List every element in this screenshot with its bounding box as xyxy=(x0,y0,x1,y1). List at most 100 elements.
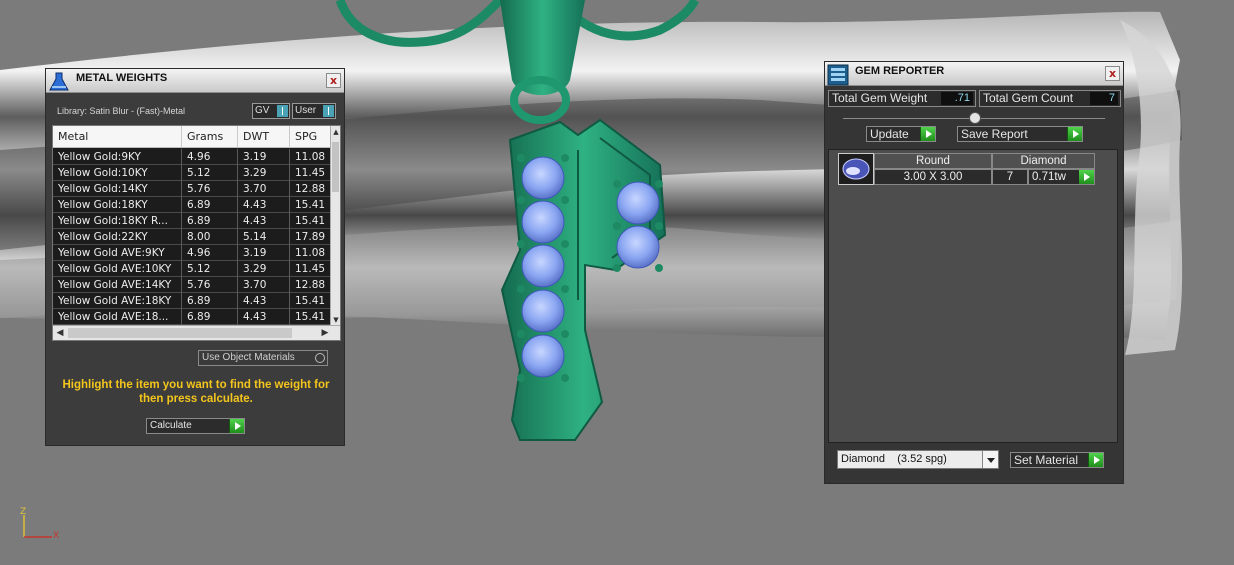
total-gem-weight-value: .71 xyxy=(941,92,973,105)
close-icon[interactable]: x xyxy=(1105,66,1120,81)
table-row[interactable]: Yellow Gold AVE:18... 6.89 4.43 15.41 xyxy=(53,309,333,325)
table-row[interactable]: Yellow Gold AVE:9KY 4.96 3.19 11.08 xyxy=(53,245,333,261)
metal-table-body: Metal Grams DWT SPG Yellow Gold:9KY 4.96… xyxy=(53,126,333,326)
dwt-value: 4.43 xyxy=(238,309,290,325)
spg-value: 15.41 xyxy=(290,213,333,229)
gem-reporter-title: GEM REPORTER xyxy=(855,65,945,77)
table-row[interactable]: Yellow Gold AVE:14KY 5.76 3.70 12.88 xyxy=(53,277,333,293)
dwt-value: 3.29 xyxy=(238,165,290,181)
gem-shape: Round xyxy=(874,153,992,169)
gem-reporter-panel: GEM REPORTER x Total Gem Weight .71 Tota… xyxy=(824,61,1124,484)
spg-value: 11.45 xyxy=(290,261,333,277)
save-report-label: Save Report xyxy=(961,127,1028,141)
grams-value: 6.89 xyxy=(182,213,238,229)
material-select-value: Diamond (3.52 spg) xyxy=(841,453,947,465)
splitter-knob-icon[interactable] xyxy=(969,112,981,124)
column-header[interactable]: DWT xyxy=(238,126,290,148)
grams-value: 6.89 xyxy=(182,197,238,213)
table-row[interactable]: Yellow Gold:14KY 5.76 3.70 12.88 xyxy=(53,181,333,197)
save-report-button[interactable]: Save Report xyxy=(957,126,1083,142)
user-toggle-label: User xyxy=(295,105,317,116)
toggle-indicator-icon xyxy=(323,105,334,117)
metal-name: Yellow Gold AVE:10KY xyxy=(53,261,182,277)
spg-value: 11.08 xyxy=(290,245,333,261)
gem-row[interactable]: Round Diamond 3.00 X 3.00 7 0.71tw xyxy=(838,153,1095,187)
gv-toggle-label: GV xyxy=(255,105,270,116)
total-gem-weight-label: Total Gem Weight xyxy=(832,91,928,105)
set-material-label: Set Material xyxy=(1014,453,1079,467)
dwt-value: 3.19 xyxy=(238,245,290,261)
set-material-button[interactable]: Set Material xyxy=(1010,452,1104,468)
metal-name: Yellow Gold AVE:18KY xyxy=(53,293,182,309)
table-row[interactable]: Yellow Gold:10KY 5.12 3.29 11.45 xyxy=(53,165,333,181)
scroll-up-icon[interactable]: ▲ xyxy=(332,127,340,137)
gem-size: 3.00 X 3.00 xyxy=(874,169,992,185)
close-icon[interactable]: x xyxy=(326,73,341,88)
instruction-text: Highlight the item you want to find the … xyxy=(62,379,330,405)
scroll-right-icon[interactable]: ▶ xyxy=(319,326,331,340)
z-axis-label: Z xyxy=(20,507,27,517)
metal-name: Yellow Gold:18KY R... xyxy=(53,213,182,229)
metal-name: Yellow Gold:18KY xyxy=(53,197,182,213)
update-button[interactable]: Update xyxy=(866,126,936,142)
scroll-down-icon[interactable]: ▼ xyxy=(332,315,340,325)
spg-value: 12.88 xyxy=(290,181,333,197)
gem-list[interactable]: Round Diamond 3.00 X 3.00 7 0.71tw xyxy=(828,149,1118,443)
calculate-button[interactable]: Calculate xyxy=(146,418,245,434)
total-gem-weight: Total Gem Weight .71 xyxy=(828,90,976,107)
scroll-thumb[interactable] xyxy=(68,328,292,338)
metal-weights-title: METAL WEIGHTS xyxy=(76,72,168,84)
spg-value: 11.45 xyxy=(290,165,333,181)
use-object-materials-toggle[interactable]: Use Object Materials xyxy=(198,350,328,366)
material-select[interactable]: Diamond (3.52 spg) xyxy=(837,450,999,469)
gem-reporter-titlebar[interactable]: GEM REPORTER x xyxy=(825,62,1123,86)
table-row[interactable]: Yellow Gold:9KY 4.96 3.19 11.08 xyxy=(53,149,333,165)
table-row[interactable]: Yellow Gold AVE:10KY 5.12 3.29 11.45 xyxy=(53,261,333,277)
grams-value: 5.76 xyxy=(182,181,238,197)
round-gem-icon xyxy=(838,153,874,185)
x-axis-label: X xyxy=(53,531,60,541)
spg-value: 12.88 xyxy=(290,277,333,293)
gem-weight-value: 0.71tw xyxy=(1032,171,1066,183)
user-toggle[interactable]: User xyxy=(292,103,336,119)
metal-name: Yellow Gold AVE:9KY xyxy=(53,245,182,261)
play-arrow-icon xyxy=(1088,453,1103,467)
gem-weight[interactable]: 0.71tw xyxy=(1028,169,1095,185)
dwt-value: 3.19 xyxy=(238,149,290,165)
chevron-down-icon[interactable] xyxy=(982,451,998,468)
metal-table-header: Metal Grams DWT SPG xyxy=(53,126,333,148)
column-header[interactable]: Grams xyxy=(182,126,238,148)
gem-material: Diamond xyxy=(992,153,1095,169)
horizontal-scrollbar[interactable]: ◀ ▶ xyxy=(53,325,340,340)
grams-value: 4.96 xyxy=(182,245,238,261)
table-row[interactable]: Yellow Gold AVE:18KY 6.89 4.43 15.41 xyxy=(53,293,333,309)
metal-name: Yellow Gold:14KY xyxy=(53,181,182,197)
metal-name: Yellow Gold AVE:18... xyxy=(53,309,182,325)
grams-value: 6.89 xyxy=(182,293,238,309)
column-header[interactable]: SPG xyxy=(290,126,333,148)
scroll-left-icon[interactable]: ◀ xyxy=(54,326,66,340)
grams-value: 5.76 xyxy=(182,277,238,293)
column-header[interactable]: Metal xyxy=(53,126,182,148)
play-arrow-icon xyxy=(1067,127,1082,141)
use-object-materials-label: Use Object Materials xyxy=(202,352,295,363)
scroll-thumb[interactable] xyxy=(332,142,339,192)
library-label: Library: Satin Blur - (Fast)-Metal xyxy=(57,106,186,116)
dwt-value: 4.43 xyxy=(238,213,290,229)
metal-table[interactable]: Metal Grams DWT SPG Yellow Gold:9KY 4.96… xyxy=(52,125,341,341)
table-row[interactable]: Yellow Gold:18KY R... 6.89 4.43 15.41 xyxy=(53,213,333,229)
grams-value: 8.00 xyxy=(182,229,238,245)
dwt-value: 4.43 xyxy=(238,197,290,213)
table-row[interactable]: Yellow Gold:18KY 6.89 4.43 15.41 xyxy=(53,197,333,213)
play-arrow-icon xyxy=(229,419,244,433)
vertical-scrollbar[interactable]: ▲ ▼ xyxy=(330,126,340,326)
dwt-value: 4.43 xyxy=(238,293,290,309)
grams-value: 5.12 xyxy=(182,165,238,181)
gem-count: 7 xyxy=(992,169,1028,185)
dwt-value: 3.70 xyxy=(238,277,290,293)
table-row[interactable]: Yellow Gold:22KY 8.00 5.14 17.89 xyxy=(53,229,333,245)
gv-toggle[interactable]: GV xyxy=(252,103,290,119)
metal-name: Yellow Gold:9KY xyxy=(53,149,182,165)
spg-value: 15.41 xyxy=(290,309,333,325)
metal-weights-titlebar[interactable]: METAL WEIGHTS x xyxy=(46,69,344,93)
